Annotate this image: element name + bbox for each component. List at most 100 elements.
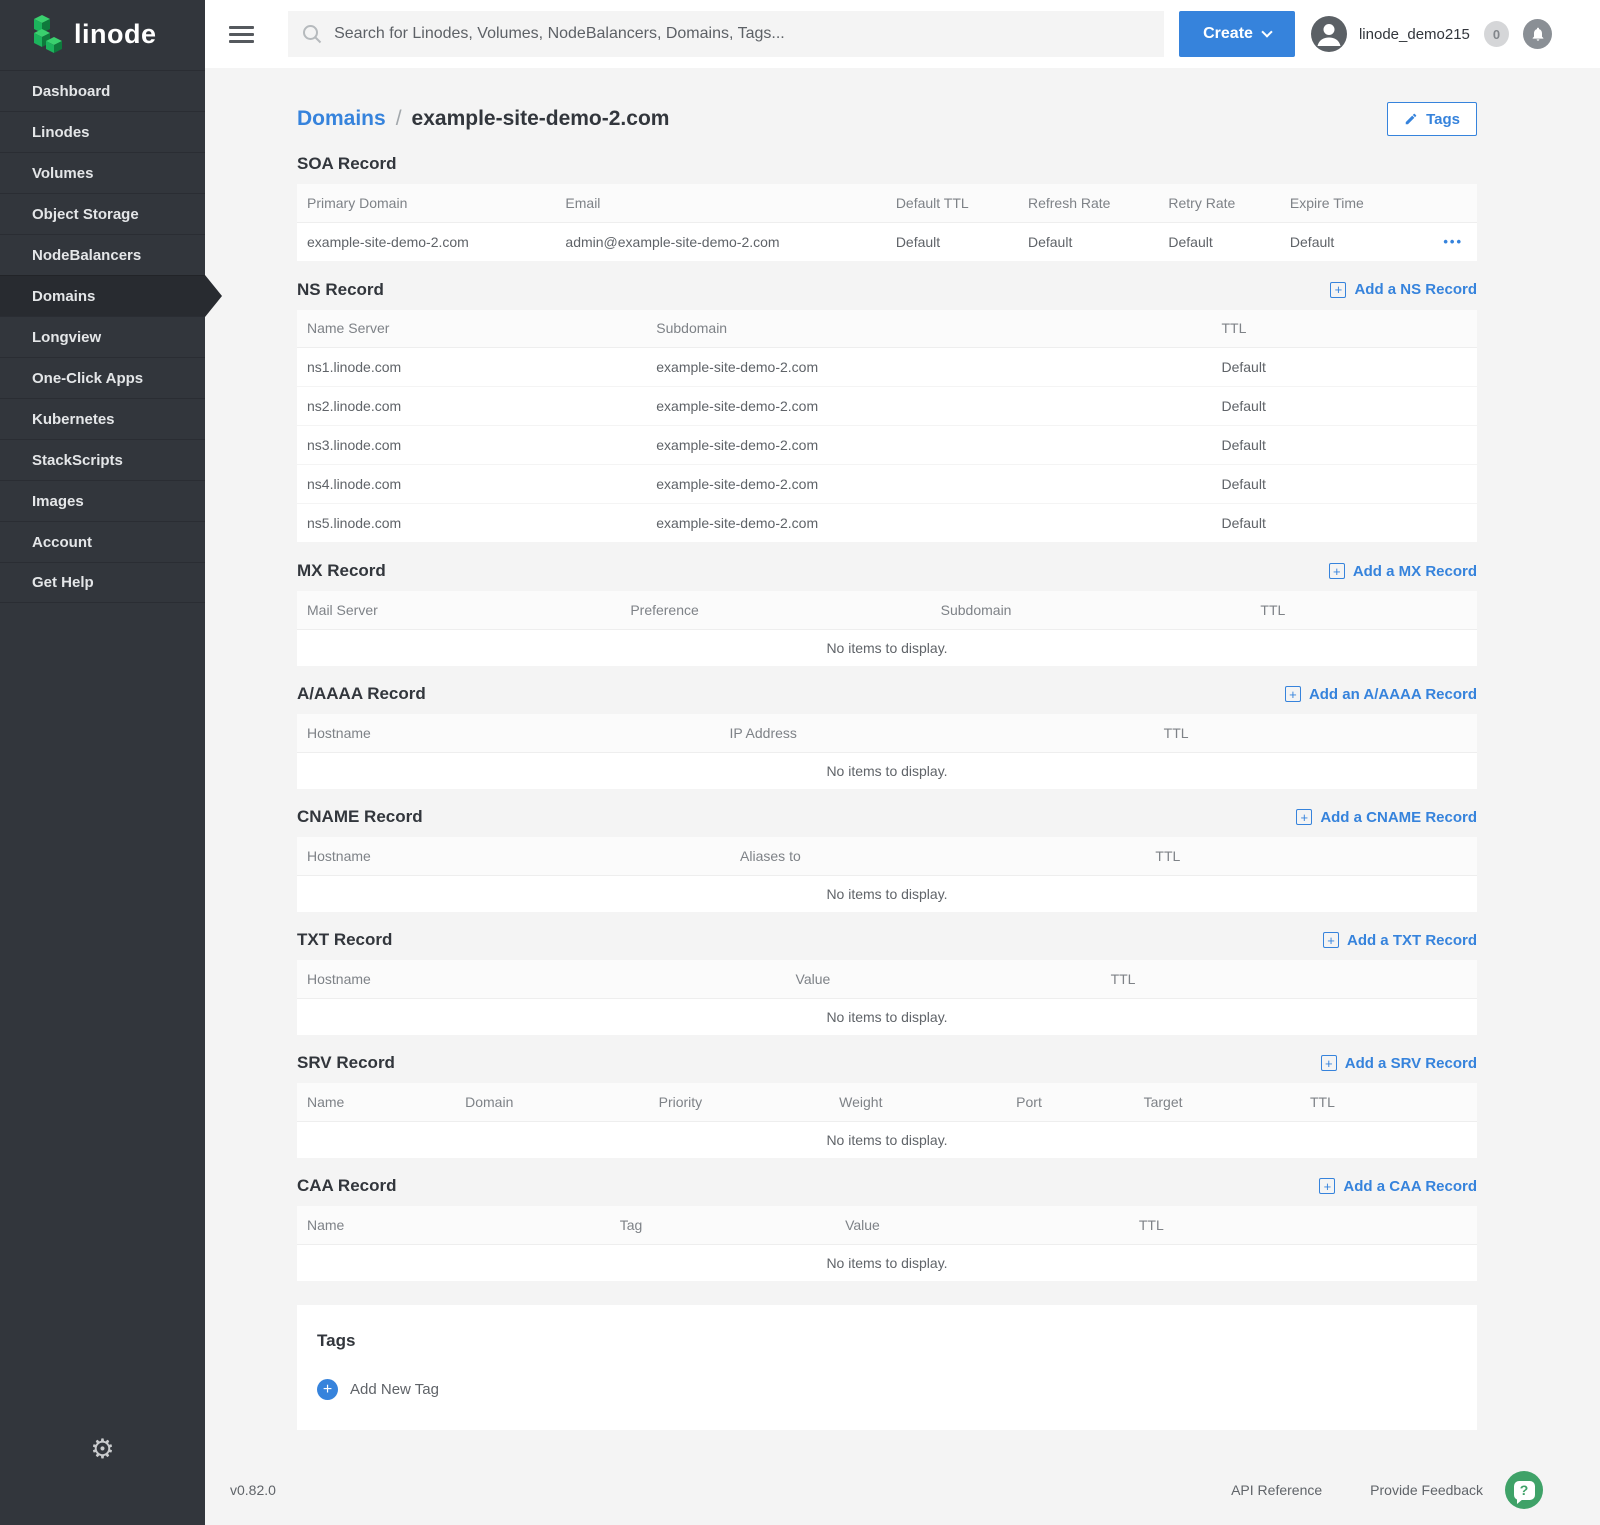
table-cell: example-site-demo-2.com	[646, 387, 1211, 426]
txt-record-table: HostnameValueTTLNo items to display.	[297, 960, 1477, 1035]
table-cell: example-site-demo-2.com	[646, 465, 1211, 504]
section-soa-record: SOA RecordPrimary DomainEmailDefault TTL…	[297, 144, 1477, 262]
avatar	[1311, 16, 1347, 52]
sidebar-item-linodes[interactable]: Linodes	[0, 111, 205, 152]
sidebar-item-one-click-apps[interactable]: One-Click Apps	[0, 357, 205, 398]
search-input[interactable]	[334, 25, 1150, 43]
section-srv-record: SRV Record+Add a SRV RecordNameDomainPri…	[297, 1043, 1477, 1158]
table-row: ns4.linode.comexample-site-demo-2.comDef…	[297, 465, 1477, 504]
column-header: Value	[835, 1206, 1129, 1244]
add-a-ns-record-link[interactable]: +Add a NS Record	[1330, 281, 1477, 298]
api-reference-link[interactable]: API Reference	[1231, 1482, 1322, 1498]
sidebar-item-volumes[interactable]: Volumes	[0, 152, 205, 193]
notifications-button[interactable]	[1523, 19, 1552, 49]
sidebar-item-dashboard[interactable]: Dashboard	[0, 70, 205, 111]
bell-icon	[1530, 26, 1546, 42]
sidebar-item-label: Longview	[32, 329, 101, 346]
plus-circle-icon: +	[317, 1379, 338, 1400]
help-button[interactable]: ?	[1505, 1471, 1543, 1509]
section-cname-record: CNAME Record+Add a CNAME RecordHostnameA…	[297, 797, 1477, 912]
plus-square-icon: +	[1323, 932, 1339, 948]
column-header: TTL	[1211, 310, 1477, 348]
sidebar-item-object-storage[interactable]: Object Storage	[0, 193, 205, 234]
search-icon	[302, 24, 322, 44]
column-header: TTL	[1145, 837, 1477, 875]
header-row: HostnameIP AddressTTL	[297, 714, 1477, 752]
header-row: HostnameValueTTL	[297, 960, 1477, 998]
sidebar-item-stackscripts[interactable]: StackScripts	[0, 439, 205, 480]
row-actions-button[interactable]: •••	[1443, 234, 1463, 249]
sidebar-item-get-help[interactable]: Get Help	[0, 562, 205, 603]
sidebar-item-label: NodeBalancers	[32, 247, 141, 264]
cname-record-table: HostnameAliases toTTLNo items to display…	[297, 837, 1477, 912]
sidebar-item-images[interactable]: Images	[0, 480, 205, 521]
column-header: Domain	[455, 1083, 649, 1121]
edit-tags-button[interactable]: Tags	[1387, 102, 1477, 136]
sidebar-item-label: Kubernetes	[32, 411, 115, 428]
table-row: ns3.linode.comexample-site-demo-2.comDef…	[297, 426, 1477, 465]
column-header: Weight	[829, 1083, 1006, 1121]
column-header: TTL	[1250, 591, 1477, 629]
gear-icon[interactable]: ⚙	[0, 1434, 205, 1465]
edit-tags-button-label: Tags	[1426, 111, 1460, 128]
sidebar-item-label: Volumes	[32, 165, 93, 182]
mx-record-table: Mail ServerPreferenceSubdomainTTLNo item…	[297, 591, 1477, 666]
add-link-label: Add a TXT Record	[1347, 932, 1477, 949]
sidebar-item-kubernetes[interactable]: Kubernetes	[0, 398, 205, 439]
column-header: Name Server	[297, 310, 646, 348]
hamburger-menu-icon[interactable]	[229, 22, 254, 47]
add-a-txt-record-link[interactable]: + Add a TXT Record	[1323, 932, 1477, 949]
add-new-tag-button[interactable]: + Add New Tag	[317, 1379, 439, 1400]
sidebar-item-longview[interactable]: Longview	[0, 316, 205, 357]
section-head: MX Record+Add a MX Record	[297, 551, 1477, 591]
topbar: Create linode_demo215 0	[205, 0, 1600, 68]
linode-logo[interactable]: linode	[0, 0, 205, 68]
plus-square-icon: +	[1321, 1055, 1337, 1071]
column-header: Mail Server	[297, 591, 620, 629]
column-header: Port	[1006, 1083, 1133, 1121]
provide-feedback-link[interactable]: Provide Feedback	[1370, 1482, 1483, 1498]
sidebar-item-label: Domains	[32, 288, 95, 305]
table-cell: Default	[1018, 222, 1158, 261]
column-header: Email	[555, 184, 885, 222]
sidebar-item-label: One-Click Apps	[32, 370, 143, 387]
column-header: IP Address	[719, 714, 1153, 752]
breadcrumb-domains-link[interactable]: Domains	[297, 107, 386, 131]
plus-square-icon: +	[1285, 686, 1301, 702]
column-header: Hostname	[297, 960, 786, 998]
sidebar-item-label: Linodes	[32, 124, 90, 141]
add-a-caa-record-link[interactable]: +Add a CAA Record	[1319, 1178, 1477, 1195]
empty-state-row: No items to display.	[297, 998, 1477, 1035]
add-a-srv-record-link[interactable]: +Add a SRV Record	[1321, 1055, 1477, 1072]
create-button[interactable]: Create	[1179, 11, 1295, 57]
column-header: Hostname	[297, 714, 719, 752]
column-header: Refresh Rate	[1018, 184, 1158, 222]
main-content: Domains / example-site-demo-2.com Tags S…	[205, 68, 1600, 1525]
add-link-label: Add an A/AAAA Record	[1309, 686, 1477, 703]
column-header: Priority	[649, 1083, 830, 1121]
column-header: Subdomain	[931, 591, 1251, 629]
sidebar: linode Dashboard Linodes Volumes Object Sto…	[0, 0, 205, 1525]
table-cell: ns2.linode.com	[297, 387, 646, 426]
active-item-arrow	[205, 275, 222, 317]
header-row: Name ServerSubdomainTTL	[297, 310, 1477, 348]
section-title: A/AAAA Record	[297, 684, 426, 704]
breadcrumb: Domains / example-site-demo-2.com	[297, 107, 669, 131]
empty-state-row: No items to display.	[297, 875, 1477, 912]
empty-state-text: No items to display.	[297, 629, 1477, 666]
add-new-tag-label: Add New Tag	[350, 1381, 439, 1398]
sidebar-item-domains[interactable]: Domains	[0, 275, 205, 316]
add-a-mx-record-link[interactable]: +Add a MX Record	[1329, 563, 1477, 580]
section-title: SRV Record	[297, 1053, 395, 1073]
add-a-cname-record-link[interactable]: +Add a CNAME Record	[1296, 809, 1477, 826]
sidebar-item-nodebalancers[interactable]: NodeBalancers	[0, 234, 205, 275]
sidebar-item-account[interactable]: Account	[0, 521, 205, 562]
user-menu[interactable]: linode_demo215	[1311, 16, 1470, 52]
table-cell: example-site-demo-2.com	[297, 222, 555, 261]
add-link-label: Add a NS Record	[1354, 281, 1477, 298]
sidebar-item-label: StackScripts	[32, 452, 123, 469]
table-cell: example-site-demo-2.com	[646, 504, 1211, 543]
table-cell: Default	[1211, 504, 1477, 543]
sidebar-item-label: Object Storage	[32, 206, 139, 223]
add-an-a-aaaa-record-link[interactable]: + Add an A/AAAA Record	[1285, 686, 1477, 703]
